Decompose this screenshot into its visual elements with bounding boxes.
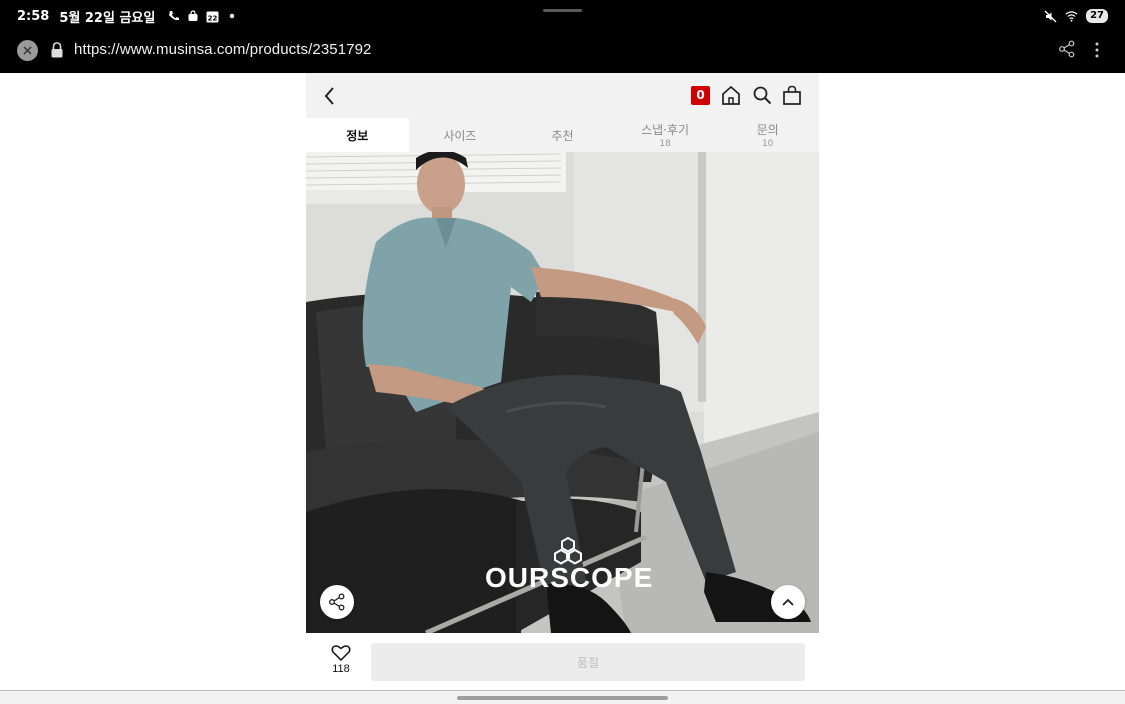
top-navigation: 0 (306, 73, 819, 118)
purchase-bar: 118 품절 (306, 633, 819, 690)
tab-info[interactable]: 정보 (306, 118, 409, 152)
cart-count-badge[interactable]: 0 (691, 86, 710, 105)
share-icon (329, 593, 345, 611)
tab-label: 추천 (551, 128, 574, 143)
close-icon (23, 46, 32, 55)
tab-count: 18 (659, 139, 671, 149)
home-icon[interactable] (721, 85, 741, 106)
battery-indicator: 27 (1086, 9, 1108, 23)
status-date: 5월 22일 금요일 (59, 10, 156, 26)
status-time: 2:58 (17, 8, 50, 24)
svg-text:22: 22 (207, 14, 217, 22)
product-page: 0 정보 사이즈 추천 스냅·후기 18 문의 10 OURSCOPE 118 … (306, 73, 819, 690)
tab-size[interactable]: 사이즈 (409, 118, 512, 152)
wifi-icon (1065, 10, 1078, 23)
status-right-icons: 27 (1044, 0, 1108, 32)
share-button[interactable] (320, 585, 354, 619)
notification-dot-icon (225, 10, 238, 23)
status-bar: 2:58 5월 22일 금요일 22 (0, 0, 1125, 32)
tab-label: 문의 (756, 123, 779, 137)
product-hero-image[interactable]: OURSCOPE (306, 152, 819, 633)
mute-icon (1044, 10, 1057, 23)
top-handle[interactable] (543, 9, 582, 12)
tab-snap-review[interactable]: 스냅·후기 18 (614, 118, 717, 152)
like-button[interactable]: 118 (326, 644, 356, 675)
scroll-to-top-button[interactable] (771, 585, 805, 619)
shopping-bag-icon (186, 10, 199, 23)
tab-label: 스냅·후기 (641, 123, 690, 137)
tab-count: 10 (761, 139, 774, 149)
shopping-bag-icon[interactable] (782, 85, 802, 106)
back-arrow-icon[interactable] (320, 85, 340, 107)
brand-name: OURSCOPE (485, 562, 654, 593)
chevron-up-icon (782, 598, 794, 606)
url-text[interactable]: https://www.musinsa.com/products/2351792 (74, 41, 371, 58)
close-tab-button[interactable] (17, 40, 38, 61)
calendar-icon: 22 (205, 10, 219, 23)
search-icon[interactable] (752, 85, 772, 106)
more-options-icon[interactable] (1090, 40, 1104, 60)
lock-icon (51, 42, 63, 58)
tab-recommend[interactable]: 추천 (511, 118, 614, 152)
sold-out-button[interactable]: 품절 (371, 643, 805, 681)
tab-label: 정보 (346, 128, 369, 143)
call-icon (167, 10, 180, 23)
share-icon[interactable] (1058, 40, 1076, 58)
product-tabs: 정보 사이즈 추천 스냅·후기 18 문의 10 (306, 118, 819, 152)
tab-label: 사이즈 (443, 128, 477, 143)
heart-icon (331, 645, 351, 662)
home-gesture-handle[interactable] (457, 696, 668, 700)
browser-url-bar: https://www.musinsa.com/products/2351792 (0, 32, 1125, 73)
like-count: 118 (332, 663, 350, 675)
tab-inquiry[interactable]: 문의 10 (716, 118, 819, 152)
